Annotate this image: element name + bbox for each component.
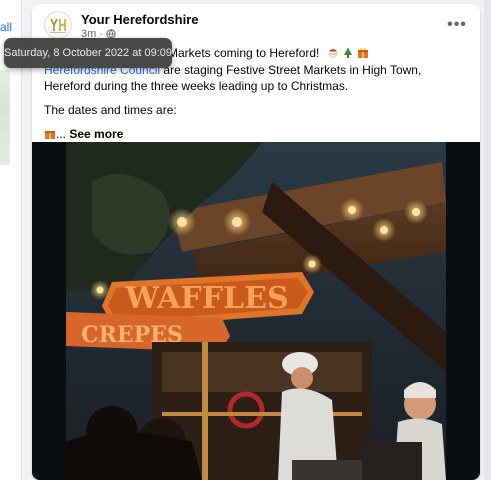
post-title: Markets coming to Hereford! (168, 46, 320, 60)
page-name[interactable]: Your Herefordshire (81, 12, 199, 27)
christmas-tree-icon (342, 47, 354, 59)
scrollbar-track[interactable] (484, 0, 491, 480)
ellipsis: ... (56, 127, 67, 141)
gift-icon (44, 128, 56, 140)
gift-icon (357, 47, 369, 59)
see-more-button[interactable]: See more (69, 126, 123, 142)
left-column-fragment: all (0, 0, 22, 480)
see-more-row: ... See more (44, 126, 470, 142)
map-thumbnail[interactable] (0, 70, 10, 165)
santa-icon (327, 47, 339, 59)
dates-line: The dates and times are: (44, 103, 177, 117)
page-avatar[interactable] (44, 11, 72, 39)
your-herefordshire-logo-icon (50, 18, 66, 33)
waffles-sign: WAFFLES (124, 281, 288, 316)
post-card: Your Herefordshire 3m · ••• Markets comi… (32, 4, 480, 480)
post-photo[interactable]: WAFFLES CREPES (32, 142, 480, 480)
left-link-fragment[interactable]: all (0, 20, 12, 34)
facebook-feed: all Your Herefordshire 3m · ••• Markets … (0, 0, 491, 480)
market-stall-photo: WAFFLES CREPES (32, 142, 480, 480)
timestamp-tooltip: Saturday, 8 October 2022 at 09:09 (4, 38, 172, 68)
more-options-icon[interactable]: ••• (446, 14, 468, 36)
